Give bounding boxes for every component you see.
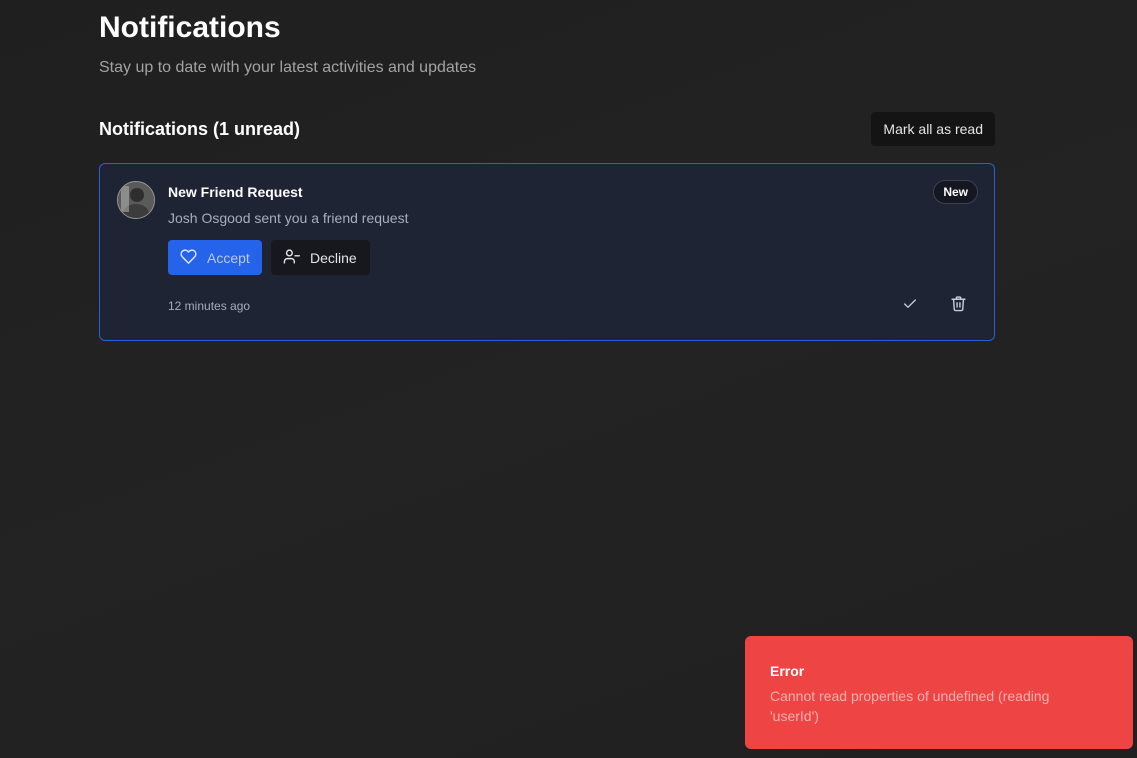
delete-button[interactable] [946, 294, 970, 318]
notification-title: New Friend Request [168, 184, 303, 200]
section-title: Notifications (1 unread) [99, 118, 301, 139]
notification-card[interactable]: New Friend Request Josh Osgood sent you … [99, 163, 995, 341]
mark-read-button[interactable] [898, 294, 922, 318]
page-subtitle: Stay up to date with your latest activit… [99, 59, 477, 76]
toast-message: Cannot read properties of undefined (rea… [770, 688, 1050, 724]
notification-actions: Accept Decline [168, 240, 370, 275]
error-toast[interactable]: Error Cannot read properties of undefine… [745, 636, 1133, 749]
toast-title: Error [770, 663, 805, 679]
notifications-section-header: Notifications (1 unread) Mark all as rea… [99, 112, 995, 146]
page-title: Notifications [99, 11, 281, 44]
notification-message: Josh Osgood sent you a friend request [168, 210, 409, 226]
accept-label: Accept [207, 249, 250, 266]
page-header: Notifications Stay up to date with your … [99, 10, 476, 78]
notifications-page: Notifications Stay up to date with your … [0, 0, 1137, 758]
avatar-image [118, 182, 154, 218]
decline-button[interactable]: Decline [271, 240, 370, 275]
avatar [117, 181, 155, 219]
mark-all-read-button[interactable]: Mark all as read [871, 112, 995, 146]
accept-button[interactable]: Accept [168, 240, 262, 275]
trash-icon [950, 295, 967, 317]
check-icon [902, 296, 918, 317]
notification-timestamp: 12 minutes ago [168, 299, 251, 313]
decline-label: Decline [310, 249, 357, 266]
new-badge: New [933, 180, 978, 204]
heart-icon [180, 248, 197, 268]
user-minus-icon [283, 248, 300, 268]
